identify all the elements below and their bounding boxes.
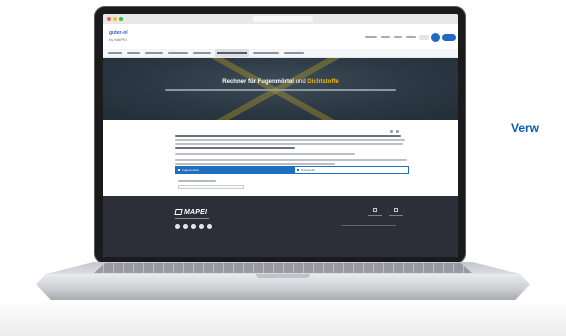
hero-subtitle-text	[165, 89, 396, 91]
footer-link[interactable]	[368, 215, 382, 216]
youtube-icon[interactable]	[191, 224, 196, 229]
page-title-accent: Dichtstoffe	[307, 79, 339, 85]
page-title-main: Rechner für Fugenmörtel	[222, 79, 294, 85]
intro-text-line	[175, 163, 335, 165]
tab-fugenmoertel[interactable]: Fugenmörtel	[175, 166, 294, 174]
search-icon[interactable]	[419, 35, 429, 40]
footer-copyright	[341, 225, 396, 226]
close-window-icon[interactable]	[107, 17, 111, 21]
intro-text-line	[175, 143, 403, 145]
intro-text-line	[175, 135, 401, 137]
nav-item[interactable]	[145, 52, 163, 54]
pinterest-icon[interactable]	[207, 224, 212, 229]
phone-icon[interactable]	[394, 208, 398, 212]
side-heading: Verw	[511, 121, 540, 135]
minimize-window-icon[interactable]	[113, 17, 117, 21]
scene: Verw guter-ol by MAPEI Rechner für Fugen…	[0, 0, 566, 336]
tube-icon	[297, 169, 299, 171]
logo-main-text: guter-ol	[109, 30, 128, 36]
header-link[interactable]	[365, 36, 377, 38]
location-icon[interactable]	[373, 208, 377, 212]
nav-item[interactable]	[108, 52, 122, 54]
intro-text-line	[175, 159, 407, 161]
laptop-screen: guter-ol by MAPEI Rechner für Fugenmörte…	[103, 14, 458, 257]
user-icon[interactable]	[431, 33, 440, 42]
header-link[interactable]	[406, 36, 416, 38]
tab-dichtstoffe[interactable]: Dichtstoffe	[294, 166, 409, 174]
header-cta-button[interactable]	[442, 34, 456, 41]
floor-background	[0, 300, 566, 336]
nav-item[interactable]	[253, 52, 279, 54]
form-select-field[interactable]	[178, 185, 244, 189]
intro-text-line	[175, 153, 355, 155]
intro-text-line	[175, 147, 295, 149]
header-link[interactable]	[394, 36, 402, 38]
mapei-logo-icon	[174, 209, 183, 215]
nav-item-active[interactable]	[215, 49, 249, 57]
facebook-icon[interactable]	[175, 224, 180, 229]
header-link[interactable]	[381, 36, 390, 38]
site-footer: MAPEI	[103, 196, 458, 257]
maximize-window-icon[interactable]	[119, 17, 123, 21]
form-field-label	[178, 180, 216, 182]
intro-section	[103, 120, 458, 188]
main-navigation	[103, 49, 458, 58]
tab-label: Fugenmörtel	[182, 168, 199, 172]
share-icon[interactable]	[396, 130, 399, 133]
footer-brand-tagline	[175, 218, 209, 219]
intro-text-line	[175, 139, 405, 141]
laptop-notch	[256, 274, 310, 278]
nav-item[interactable]	[168, 52, 188, 54]
print-icon[interactable]	[390, 130, 393, 133]
laptop-keyboard	[94, 263, 472, 273]
hero-banner: Rechner für Fugenmörtel und Dichtstoffe	[103, 58, 458, 120]
footer-link[interactable]	[389, 215, 403, 216]
linkedin-icon[interactable]	[199, 224, 204, 229]
nav-item[interactable]	[193, 52, 211, 54]
instagram-icon[interactable]	[183, 224, 188, 229]
grid-icon	[178, 169, 180, 171]
site-header: guter-ol by MAPEI	[103, 24, 458, 49]
address-bar[interactable]	[253, 16, 313, 22]
nav-item[interactable]	[284, 52, 304, 54]
logo-sub-text: by MAPEI	[109, 37, 127, 42]
page-title-connector: und	[295, 79, 306, 85]
nav-item[interactable]	[127, 52, 140, 54]
site-logo[interactable]: guter-ol by MAPEI	[109, 30, 137, 44]
tab-label: Dichtstoffe	[301, 168, 316, 172]
page-title: Rechner für Fugenmörtel und Dichtstoffe	[103, 79, 458, 85]
footer-brand[interactable]: MAPEI	[184, 209, 207, 216]
